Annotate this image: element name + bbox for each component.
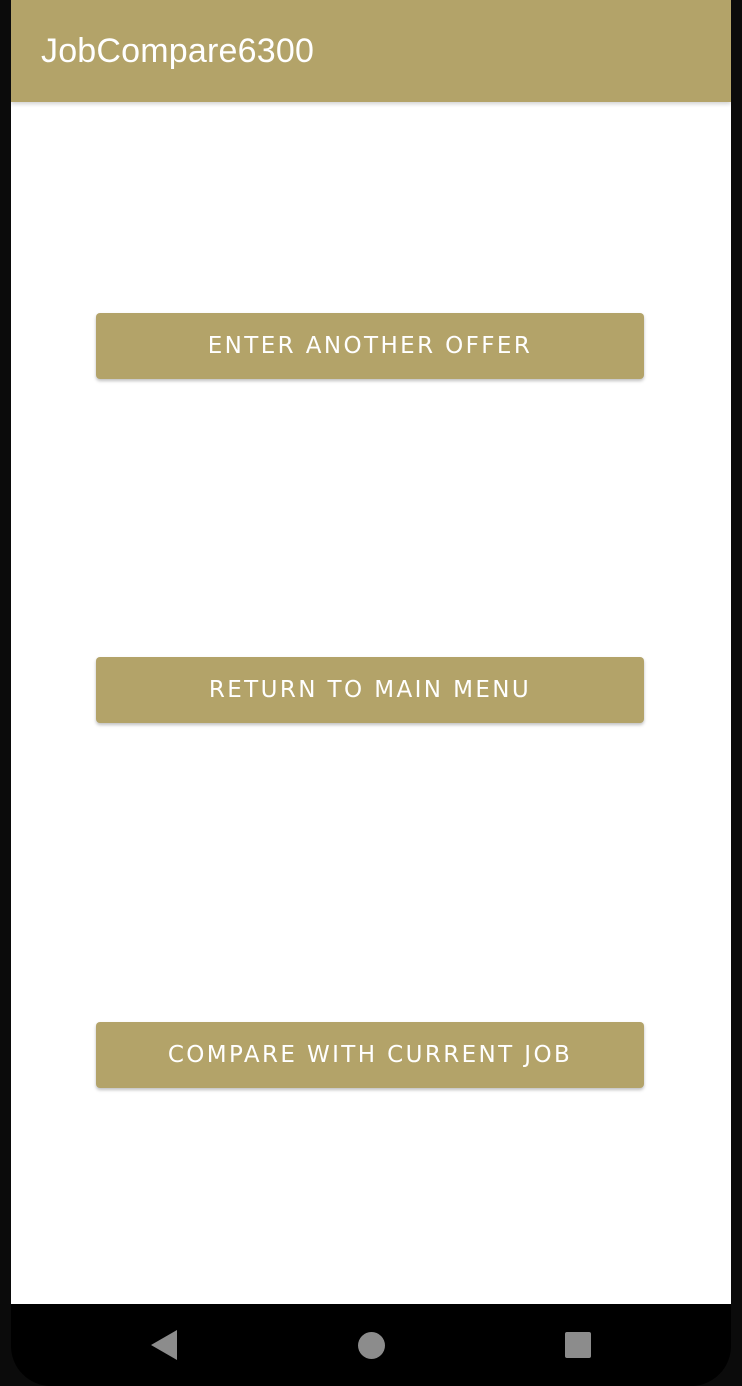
recents-button[interactable] xyxy=(518,1304,638,1386)
compare-with-current-job-button[interactable]: COMPARE WITH CURRENT JOB xyxy=(96,1022,644,1088)
back-icon xyxy=(151,1330,177,1360)
system-navigation-bar xyxy=(11,1304,731,1386)
recents-icon xyxy=(565,1332,591,1358)
app-screen: JobCompare6300 ENTER ANOTHER OFFER RETUR… xyxy=(11,0,731,1304)
app-bar: JobCompare6300 xyxy=(11,0,731,102)
return-to-main-menu-button[interactable]: RETURN TO MAIN MENU xyxy=(96,657,644,723)
enter-another-offer-button[interactable]: ENTER ANOTHER OFFER xyxy=(96,313,644,379)
home-button[interactable] xyxy=(311,1304,431,1386)
home-icon xyxy=(357,1331,385,1359)
back-button[interactable] xyxy=(104,1304,224,1386)
app-title: JobCompare6300 xyxy=(41,32,315,70)
device-frame: JobCompare6300 ENTER ANOTHER OFFER RETUR… xyxy=(0,0,742,1386)
